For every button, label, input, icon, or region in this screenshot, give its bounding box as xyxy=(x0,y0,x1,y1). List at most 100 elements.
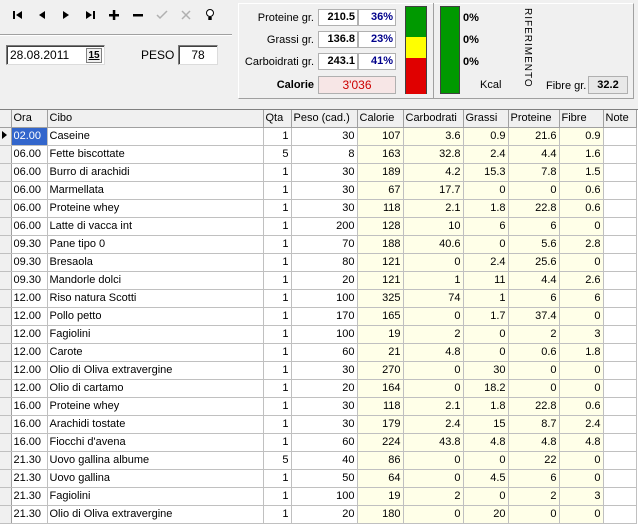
table-cell[interactable]: 16.00 xyxy=(11,433,48,452)
table-cell[interactable]: 6 xyxy=(508,217,560,236)
table-row[interactable]: 06.00 Proteine whey 1 30 118 2.1 1.8 22.8 0.6 xyxy=(0,199,637,218)
row-indicator[interactable] xyxy=(0,505,12,524)
table-cell[interactable]: Fette biscottate xyxy=(47,145,264,164)
table-row[interactable]: 12.00 Riso natura Scotti 1 100 325 74 1 6 6 xyxy=(0,289,637,308)
table-cell[interactable]: 118 xyxy=(357,199,404,218)
table-cell[interactable]: 1.7 xyxy=(463,307,509,326)
row-indicator[interactable] xyxy=(0,181,12,200)
table-cell[interactable]: 43.8 xyxy=(403,433,464,452)
table-cell[interactable]: 0 xyxy=(508,181,560,200)
table-cell[interactable]: 06.00 xyxy=(11,145,48,164)
table-cell[interactable]: Burro di arachidi xyxy=(47,163,264,182)
table-cell[interactable]: 12.00 xyxy=(11,307,48,326)
table-cell[interactable]: 17.7 xyxy=(403,181,464,200)
table-cell[interactable]: 163 xyxy=(357,145,404,164)
table-cell[interactable] xyxy=(603,469,637,488)
table-row[interactable]: 09.30 Mandorle dolci 1 20 121 1 11 4.4 2.6 xyxy=(0,271,637,290)
table-cell[interactable]: 3 xyxy=(559,325,604,344)
table-row[interactable]: 16.00 Fiocchi d'avena 1 60 224 43.8 4.8 4.8 4.8 xyxy=(0,433,637,452)
table-cell[interactable] xyxy=(603,343,637,362)
table-cell[interactable]: 2 xyxy=(508,325,560,344)
col-grassi[interactable]: Grassi xyxy=(463,110,509,128)
row-indicator[interactable] xyxy=(0,325,12,344)
table-row[interactable]: 16.00 Arachidi tostate 1 30 179 2.4 15 8.7 2.4 xyxy=(0,415,637,434)
table-cell[interactable]: 06.00 xyxy=(11,217,48,236)
table-cell[interactable]: 1 xyxy=(263,181,292,200)
table-cell[interactable]: 100 xyxy=(291,289,358,308)
table-cell[interactable]: Bresaola xyxy=(47,253,264,272)
x-icon[interactable] xyxy=(174,4,198,26)
row-indicator[interactable] xyxy=(0,163,12,182)
row-indicator[interactable] xyxy=(0,415,12,434)
table-cell[interactable]: 0 xyxy=(403,451,464,470)
minus-icon[interactable] xyxy=(126,4,150,26)
table-cell[interactable]: 64 xyxy=(357,469,404,488)
table-cell[interactable]: 1.6 xyxy=(559,145,604,164)
row-indicator[interactable] xyxy=(0,433,12,452)
table-cell[interactable]: 1 xyxy=(263,487,292,506)
table-cell[interactable] xyxy=(603,199,637,218)
table-cell[interactable]: 5 xyxy=(263,145,292,164)
table-cell[interactable]: 1.5 xyxy=(559,163,604,182)
table-cell[interactable]: 25.6 xyxy=(508,253,560,272)
next-record-icon[interactable] xyxy=(54,4,78,26)
row-indicator[interactable] xyxy=(0,253,12,272)
table-cell[interactable] xyxy=(603,145,637,164)
table-cell[interactable]: 30 xyxy=(291,181,358,200)
table-cell[interactable]: 21.30 xyxy=(11,487,48,506)
col-cibo[interactable]: Cibo xyxy=(47,110,264,128)
row-indicator[interactable] xyxy=(0,379,12,398)
table-cell[interactable]: 1.8 xyxy=(463,199,509,218)
table-row[interactable]: 12.00 Pollo petto 1 170 165 0 1.7 37.4 0 xyxy=(0,307,637,326)
table-cell[interactable]: 128 xyxy=(357,217,404,236)
table-cell[interactable]: 11 xyxy=(463,271,509,290)
table-cell[interactable] xyxy=(603,253,637,272)
lightbulb-icon[interactable] xyxy=(198,4,222,26)
calendar-button[interactable]: 15 xyxy=(86,47,102,63)
table-row[interactable]: 09.30 Pane tipo 0 1 70 188 40.6 0 5.6 2.8 xyxy=(0,235,637,254)
table-cell[interactable]: 67 xyxy=(357,181,404,200)
table-cell[interactable]: 1 xyxy=(403,271,464,290)
table-cell[interactable]: 188 xyxy=(357,235,404,254)
table-cell[interactable]: Latte di vacca int xyxy=(47,217,264,236)
table-cell[interactable]: 12.00 xyxy=(11,361,48,380)
table-cell[interactable] xyxy=(603,451,637,470)
table-cell[interactable]: 12.00 xyxy=(11,325,48,344)
row-indicator[interactable] xyxy=(0,235,12,254)
table-cell[interactable]: 20 xyxy=(291,379,358,398)
row-indicator[interactable] xyxy=(0,289,12,308)
table-cell[interactable]: 30 xyxy=(291,415,358,434)
row-indicator[interactable] xyxy=(0,469,12,488)
table-cell[interactable]: 1 xyxy=(263,217,292,236)
table-cell[interactable]: 19 xyxy=(357,325,404,344)
table-cell[interactable]: 0.6 xyxy=(508,343,560,362)
table-cell[interactable]: 50 xyxy=(291,469,358,488)
col-peso[interactable]: Peso (cad.) xyxy=(291,110,358,128)
table-cell[interactable]: 1 xyxy=(263,289,292,308)
table-cell[interactable]: 22 xyxy=(508,451,560,470)
table-cell[interactable] xyxy=(603,235,637,254)
col-proteine[interactable]: Proteine xyxy=(508,110,560,128)
table-cell[interactable]: 1 xyxy=(263,397,292,416)
table-cell[interactable]: 0 xyxy=(559,253,604,272)
table-cell[interactable]: 30 xyxy=(291,163,358,182)
table-cell[interactable]: 180 xyxy=(357,505,404,524)
table-cell[interactable]: 325 xyxy=(357,289,404,308)
date-field[interactable]: 28.08.2011 15 xyxy=(6,45,105,65)
table-cell[interactable]: Mandorle dolci xyxy=(47,271,264,290)
table-cell[interactable]: 2.4 xyxy=(403,415,464,434)
table-cell[interactable]: 107 xyxy=(357,127,404,146)
table-cell[interactable]: 86 xyxy=(357,451,404,470)
plus-icon[interactable] xyxy=(102,4,126,26)
table-cell[interactable]: 0 xyxy=(403,253,464,272)
table-cell[interactable]: 189 xyxy=(357,163,404,182)
table-row[interactable]: 06.00 Burro di arachidi 1 30 189 4.2 15.3 7.8 1.… xyxy=(0,163,637,182)
table-cell[interactable]: 121 xyxy=(357,271,404,290)
table-cell[interactable]: 8 xyxy=(291,145,358,164)
table-cell[interactable]: 1 xyxy=(263,469,292,488)
table-cell[interactable]: 1 xyxy=(263,253,292,272)
table-cell[interactable]: 2.4 xyxy=(463,253,509,272)
table-cell[interactable]: Pane tipo 0 xyxy=(47,235,264,254)
table-cell[interactable]: 0.6 xyxy=(559,397,604,416)
table-cell[interactable]: 1 xyxy=(263,415,292,434)
